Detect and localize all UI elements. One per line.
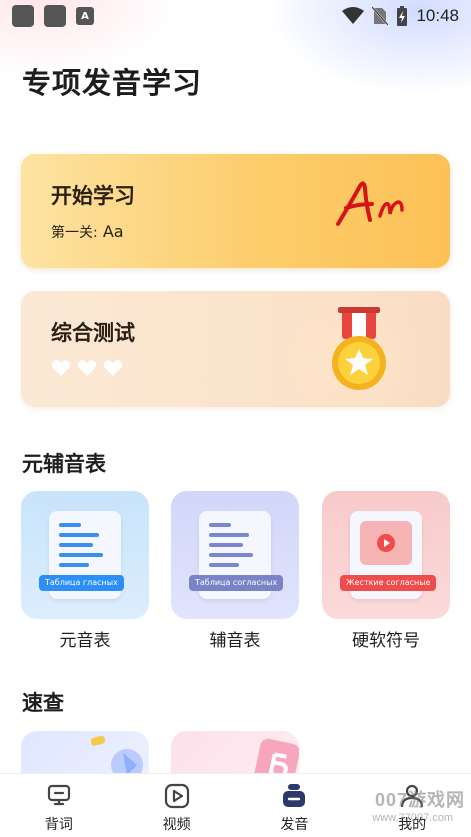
vowel-table-tile[interactable]: Таблица гласных (21, 491, 149, 619)
tab-label: 视频 (162, 817, 191, 833)
heart-icon (51, 360, 71, 376)
tab-label: 背词 (44, 817, 73, 833)
consonant-table-badge: Таблица согласных (189, 575, 284, 591)
notification-app-icon (44, 5, 66, 27)
no-sim-icon (372, 6, 389, 26)
hard-soft-signs-tile[interactable]: Жесткие согласные (322, 491, 450, 619)
tab-label: 发音 (280, 817, 309, 833)
consonant-table-tile[interactable]: Таблица согласных (171, 491, 299, 619)
start-learning-card[interactable]: 开始学习 第一关: Aa (21, 154, 450, 268)
battery-charging-icon (397, 6, 408, 26)
tab-vocabulary[interactable]: 背词 (0, 774, 118, 837)
level-value: Aa (102, 222, 124, 241)
notification-a-icon: A (76, 7, 94, 25)
watermark: 007游戏网 (374, 790, 465, 810)
start-learning-level: 第一关: Aa (51, 222, 124, 242)
start-learning-title: 开始学习 (51, 184, 135, 208)
pronunciation-icon (283, 784, 306, 807)
comprehensive-test-title: 综合测试 (51, 321, 135, 345)
page-title: 专项发音学习 (22, 66, 203, 100)
hard-soft-signs-badge: Жесткие согласные (340, 575, 437, 591)
play-icon (377, 534, 395, 552)
notification-app-icon (12, 5, 34, 27)
play-icon (164, 783, 189, 809)
comprehensive-test-card[interactable]: 综合测试 (21, 291, 450, 407)
phonetics-section-title: 元辅音表 (22, 452, 106, 476)
hearts-row (51, 359, 123, 377)
wifi-icon (342, 7, 365, 24)
flashcard-icon (47, 784, 70, 806)
hard-soft-signs-label: 硬软符号 (352, 631, 420, 651)
status-bar: A 10:48 (0, 0, 471, 32)
watermark-url: www.77007.com (372, 812, 453, 824)
heart-icon (77, 360, 97, 376)
heart-icon (103, 360, 123, 376)
tab-video[interactable]: 视频 (118, 774, 236, 837)
medal-icon (332, 307, 386, 390)
consonant-table-label: 辅音表 (209, 631, 261, 651)
tab-pronunciation[interactable]: 发音 (236, 774, 354, 837)
level-prefix: 第一关: (51, 225, 98, 241)
vowel-table-label: 元音表 (59, 631, 111, 651)
clock: 10:48 (416, 6, 459, 25)
handwritten-aa-icon (336, 181, 404, 226)
vowel-table-badge: Таблица гласных (39, 575, 124, 591)
quick-lookup-section-title: 速查 (22, 691, 64, 715)
